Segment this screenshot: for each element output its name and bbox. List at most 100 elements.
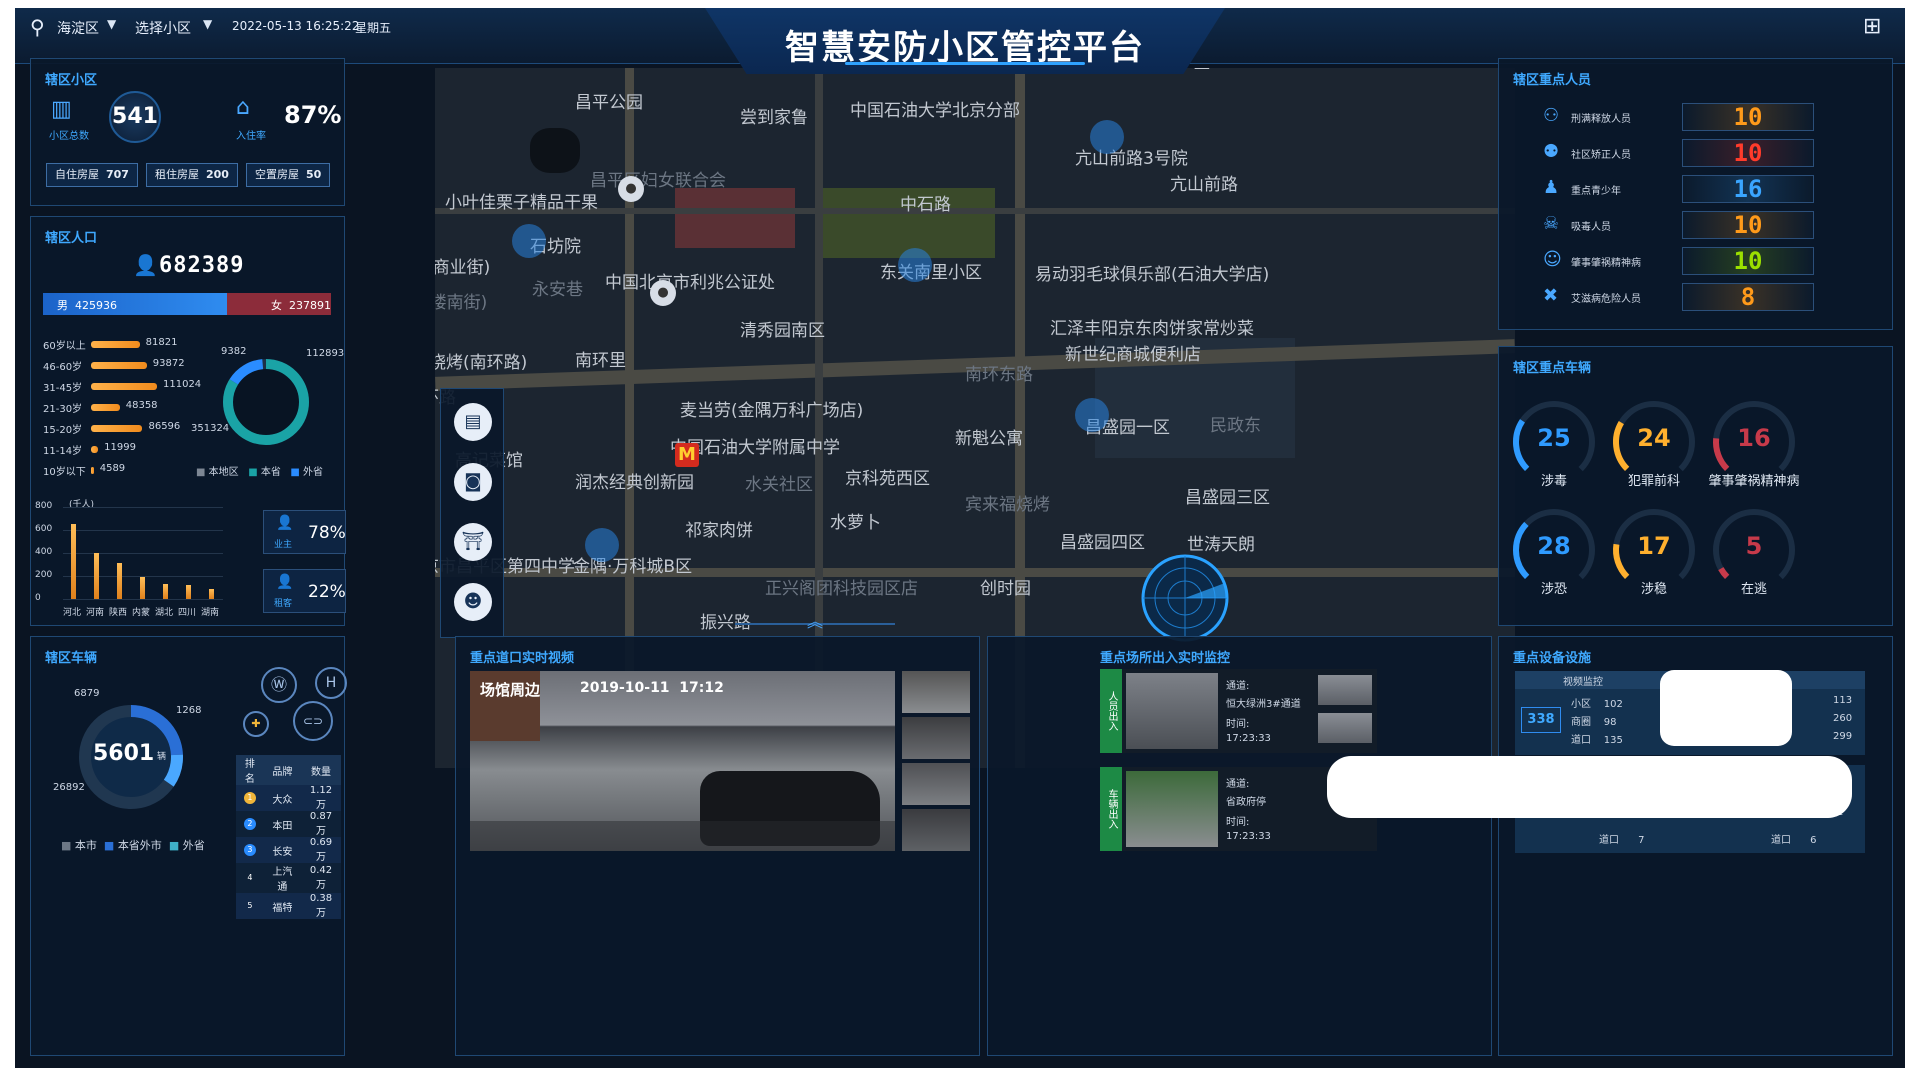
legend: ■ 本地区 ■ 本省 ■ 外省 [196,467,324,478]
person-thumbnail[interactable] [1318,713,1372,743]
person-category-count[interactable]: 16 [1682,175,1814,203]
gauge-value: 16 [1737,424,1771,452]
access-monitor-panel: 重点场所出入实时监控 人员出入 通道: 恒大绿洲3#通道 时间: 17:23:3… [987,636,1492,1056]
histogram-bar [209,588,214,599]
x-tick-label: 内蒙 [132,608,151,618]
key-persons-panel: 辖区重点人员 ⚇ 刑满释放人员 10 ⚉ 社区矫正人员 10 ♟ 重点青少年 16 ☠ 吸毒人员 10… [1498,58,1893,330]
y-tick-label: 200 [35,570,53,580]
grid-menu-icon[interactable]: ⊞ [1863,14,1881,39]
map-label: 京科苑西区 [845,469,930,489]
honda-icon[interactable]: H [315,667,347,699]
vehicle-snapshot[interactable] [1126,771,1218,847]
district-select[interactable]: 海淀区 [57,18,99,38]
map-label: 汇泽丰阳京东肉饼家常炒菜 [1050,319,1254,339]
ring-label: 1268 [176,705,202,716]
person-category-icon: ⚇ [1543,105,1560,126]
collapse-chevron-icon[interactable]: ︽ [807,608,823,632]
age-value: 11999 [104,442,136,453]
audi-icon[interactable]: ⊂⊃ [293,701,333,741]
panel-title: 重点场所出入实时监控 [1100,651,1231,666]
table-row[interactable]: 4 上汽通 0.42万 [236,863,341,893]
person-category-count[interactable]: 10 [1682,139,1814,167]
histogram-bar [186,585,191,599]
age-bar [91,404,120,411]
ring-label: 6879 [74,688,100,699]
map-label: 刘记烧烤(南环路) [435,353,528,373]
building-icon: ▥ [51,97,72,122]
volkswagen-icon[interactable]: Ⓦ [261,667,297,703]
table-row[interactable]: 2 本田 0.87万 [236,811,341,837]
rank-badge: 2 [243,818,256,830]
community-panel: 辖区小区 ▥ 小区总数 541 ⌂ 入住率 87% 自住房屋 707 租住房屋 … [30,58,345,206]
ring-label: 351324 [191,423,230,434]
histogram-bar [140,577,145,599]
map-label: 昌平公园 [575,93,643,113]
occupancy-rate: 87% [284,101,342,129]
table-row[interactable]: 3 长安 0.69万 [236,837,341,863]
map-label: 新魁公寓 [955,429,1023,449]
person-thumbnail[interactable] [1318,675,1372,705]
video-thumbnail[interactable] [902,671,970,713]
person-category-count[interactable]: 10 [1682,103,1814,131]
gauge-value: 28 [1537,532,1571,560]
tenant-card: 👤 租客 22% [263,569,346,613]
table-row[interactable]: 5 福特 0.38万 [236,893,341,919]
ring-label: 9382 [221,346,247,357]
video-thumbnail[interactable] [902,717,970,759]
vehicles-panel: 辖区车辆 5601 辆 6879 1268 26892 ■ 本市 ■ 本省外市 … [30,636,347,1056]
person-snapshot[interactable] [1126,673,1218,749]
map-label: 南环里 [575,351,626,371]
map-hotspot[interactable] [512,224,546,258]
y-tick-label: 600 [35,524,53,534]
map-hotspot[interactable] [898,248,932,282]
chevrolet-icon[interactable]: ✚ [243,711,269,737]
person-time: 17:23:33 [1226,733,1271,744]
video-thumbnail[interactable] [902,763,970,805]
person-access-tab[interactable]: 人员出入 [1100,669,1122,753]
map-marker[interactable]: ● [650,280,676,306]
person-category-icon: ☠ [1543,213,1560,234]
origin-histogram: 800 600 400 200 0 河北 河南 陕西 内蒙 湖北 四川 湖南 [31,501,231,622]
radar-icon[interactable] [1140,553,1230,643]
map-hotspot[interactable] [585,528,619,562]
map-label: 润杰经典创新园 [575,473,694,493]
map-hotspot[interactable] [1075,398,1109,432]
person-access-record: 通道: 恒大绿洲3#通道 时间: 17:23:33 [1122,669,1377,753]
person-category-count[interactable]: 8 [1682,283,1814,311]
location-icon: ⚲ [30,15,45,39]
panel-title: 重点道口实时视频 [470,651,575,666]
map-label: 民政东 [1210,416,1261,436]
main-video-feed[interactable]: 场馆周边 2019-10-11 17:12 [470,671,895,851]
chevron-down-icon[interactable]: ▼ [203,17,212,31]
map-label: 水关社区 [745,475,813,495]
map-label: 易动羽毛球俱乐部(石油大学店) [1035,265,1270,285]
tenant-pct: 22% [308,582,346,602]
datetime: 2022-05-13 16:25:22 [232,19,360,33]
map-label: 宾来福烧烤 [965,495,1050,515]
chevron-down-icon[interactable]: ▼ [107,17,116,31]
map-marker[interactable]: ● [618,176,644,202]
video-thumbnail[interactable] [902,809,970,851]
vehicle-access-tab[interactable]: 车辆出入 [1100,767,1122,851]
x-tick-label: 四川 [178,608,197,618]
person-category-label: 刑满释放人员 [1571,114,1631,125]
age-label: 21-30岁 [43,404,83,415]
camera-icon[interactable]: ◙ [454,463,492,501]
person-category-icon: ⚉ [1543,141,1560,162]
person-security-icon[interactable]: ☻ [454,583,492,621]
panel-title: 重点设备设施 [1513,651,1592,666]
panel-title: 辖区重点人员 [1513,73,1592,88]
age-label: 11-14岁 [43,446,83,457]
person-category-count[interactable]: 10 [1682,211,1814,239]
building-icon[interactable]: ▤ [454,403,492,441]
person-category-count[interactable]: 10 [1682,247,1814,275]
gate-icon[interactable]: ⛩ [454,523,492,561]
age-label: 60岁以上 [43,341,86,352]
rank-badge: 1 [243,792,256,804]
total-label: 小区总数 [49,131,89,142]
tenant-icon: 👤 [276,574,294,590]
community-select[interactable]: 选择小区 [135,18,191,38]
mcdonalds-icon[interactable]: M [675,443,699,467]
map-hotspot[interactable] [1090,120,1124,154]
table-row[interactable]: 1 大众 1.12万 [236,785,341,811]
